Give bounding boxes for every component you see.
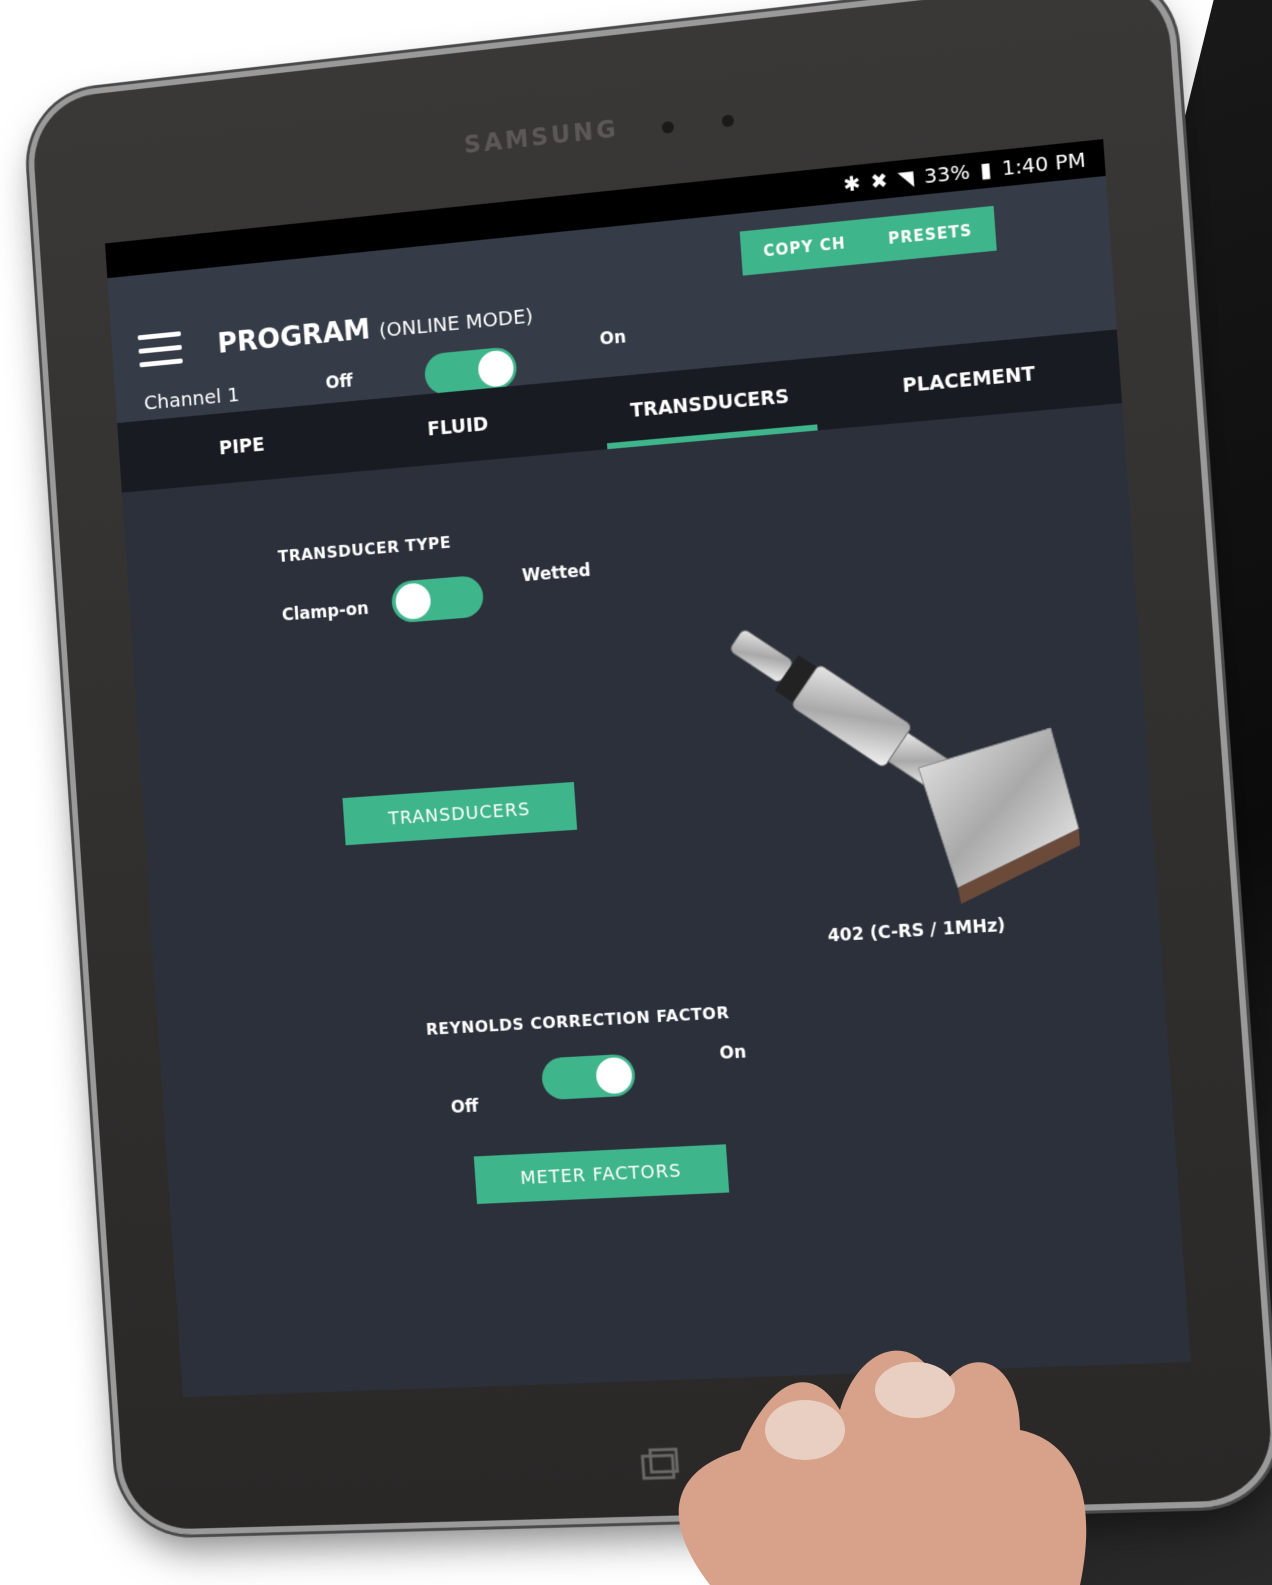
front-camera [661,120,675,134]
presets-button[interactable]: PRESETS [864,205,997,264]
channel-label: Channel 1 [143,382,241,415]
transducer-type-label: TRANSDUCER TYPE [277,532,452,567]
wifi-icon: ◥ [897,165,915,192]
transducers-button[interactable]: TRANSDUCERS [342,781,578,846]
bluetooth-icon: ✱ [842,170,862,197]
tablet-device: SAMSUNG ✱ ✖ ◥ 33% ▮ 1:40 PM PROGRAM (ONL… [29,0,1272,1531]
channel-toggle-knob [477,349,515,389]
battery-icon: ▮ [979,157,993,183]
transducer-product-image [652,551,1105,905]
transducer-type-toggle[interactable] [390,574,485,624]
channel-off-label: Off [325,371,354,394]
reynolds-toggle[interactable] [540,1053,637,1101]
reynolds-on-label: On [718,1042,747,1064]
reynolds-off-label: Off [450,1096,480,1118]
status-time: 1:40 PM [1000,147,1087,181]
wetted-label: Wetted [521,560,592,587]
copy-channel-button[interactable]: COPY CH [739,218,870,276]
channel-on-label: On [599,327,627,350]
meter-factors-button[interactable]: METER FACTORS [473,1144,730,1205]
device-brand: SAMSUNG [463,114,620,160]
holding-hand [678,1350,1087,1585]
reynolds-toggle-knob [595,1056,634,1095]
page-title-mode: (ONLINE MODE) [378,303,534,343]
reynolds-correction-label: REYNOLDS CORRECTION FACTOR [425,1002,730,1039]
battery-percent: 33% [923,159,971,189]
transducer-type-toggle-knob [394,582,432,621]
light-sensor [721,114,735,128]
clamp-on-label: Clamp-on [281,598,370,626]
hamburger-menu-icon[interactable] [137,331,184,370]
page-title-main: PROGRAM [216,312,372,360]
transducer-model-caption: 402 (C-RS / 1MHz) [827,915,1007,947]
transducers-panel: TRANSDUCER TYPE Clamp-on Wetted TRANSDUC… [122,403,1191,1397]
app-screen: ✱ ✖ ◥ 33% ▮ 1:40 PM PROGRAM (ONLINE MODE… [105,139,1191,1398]
mute-icon: ✖ [869,167,889,194]
